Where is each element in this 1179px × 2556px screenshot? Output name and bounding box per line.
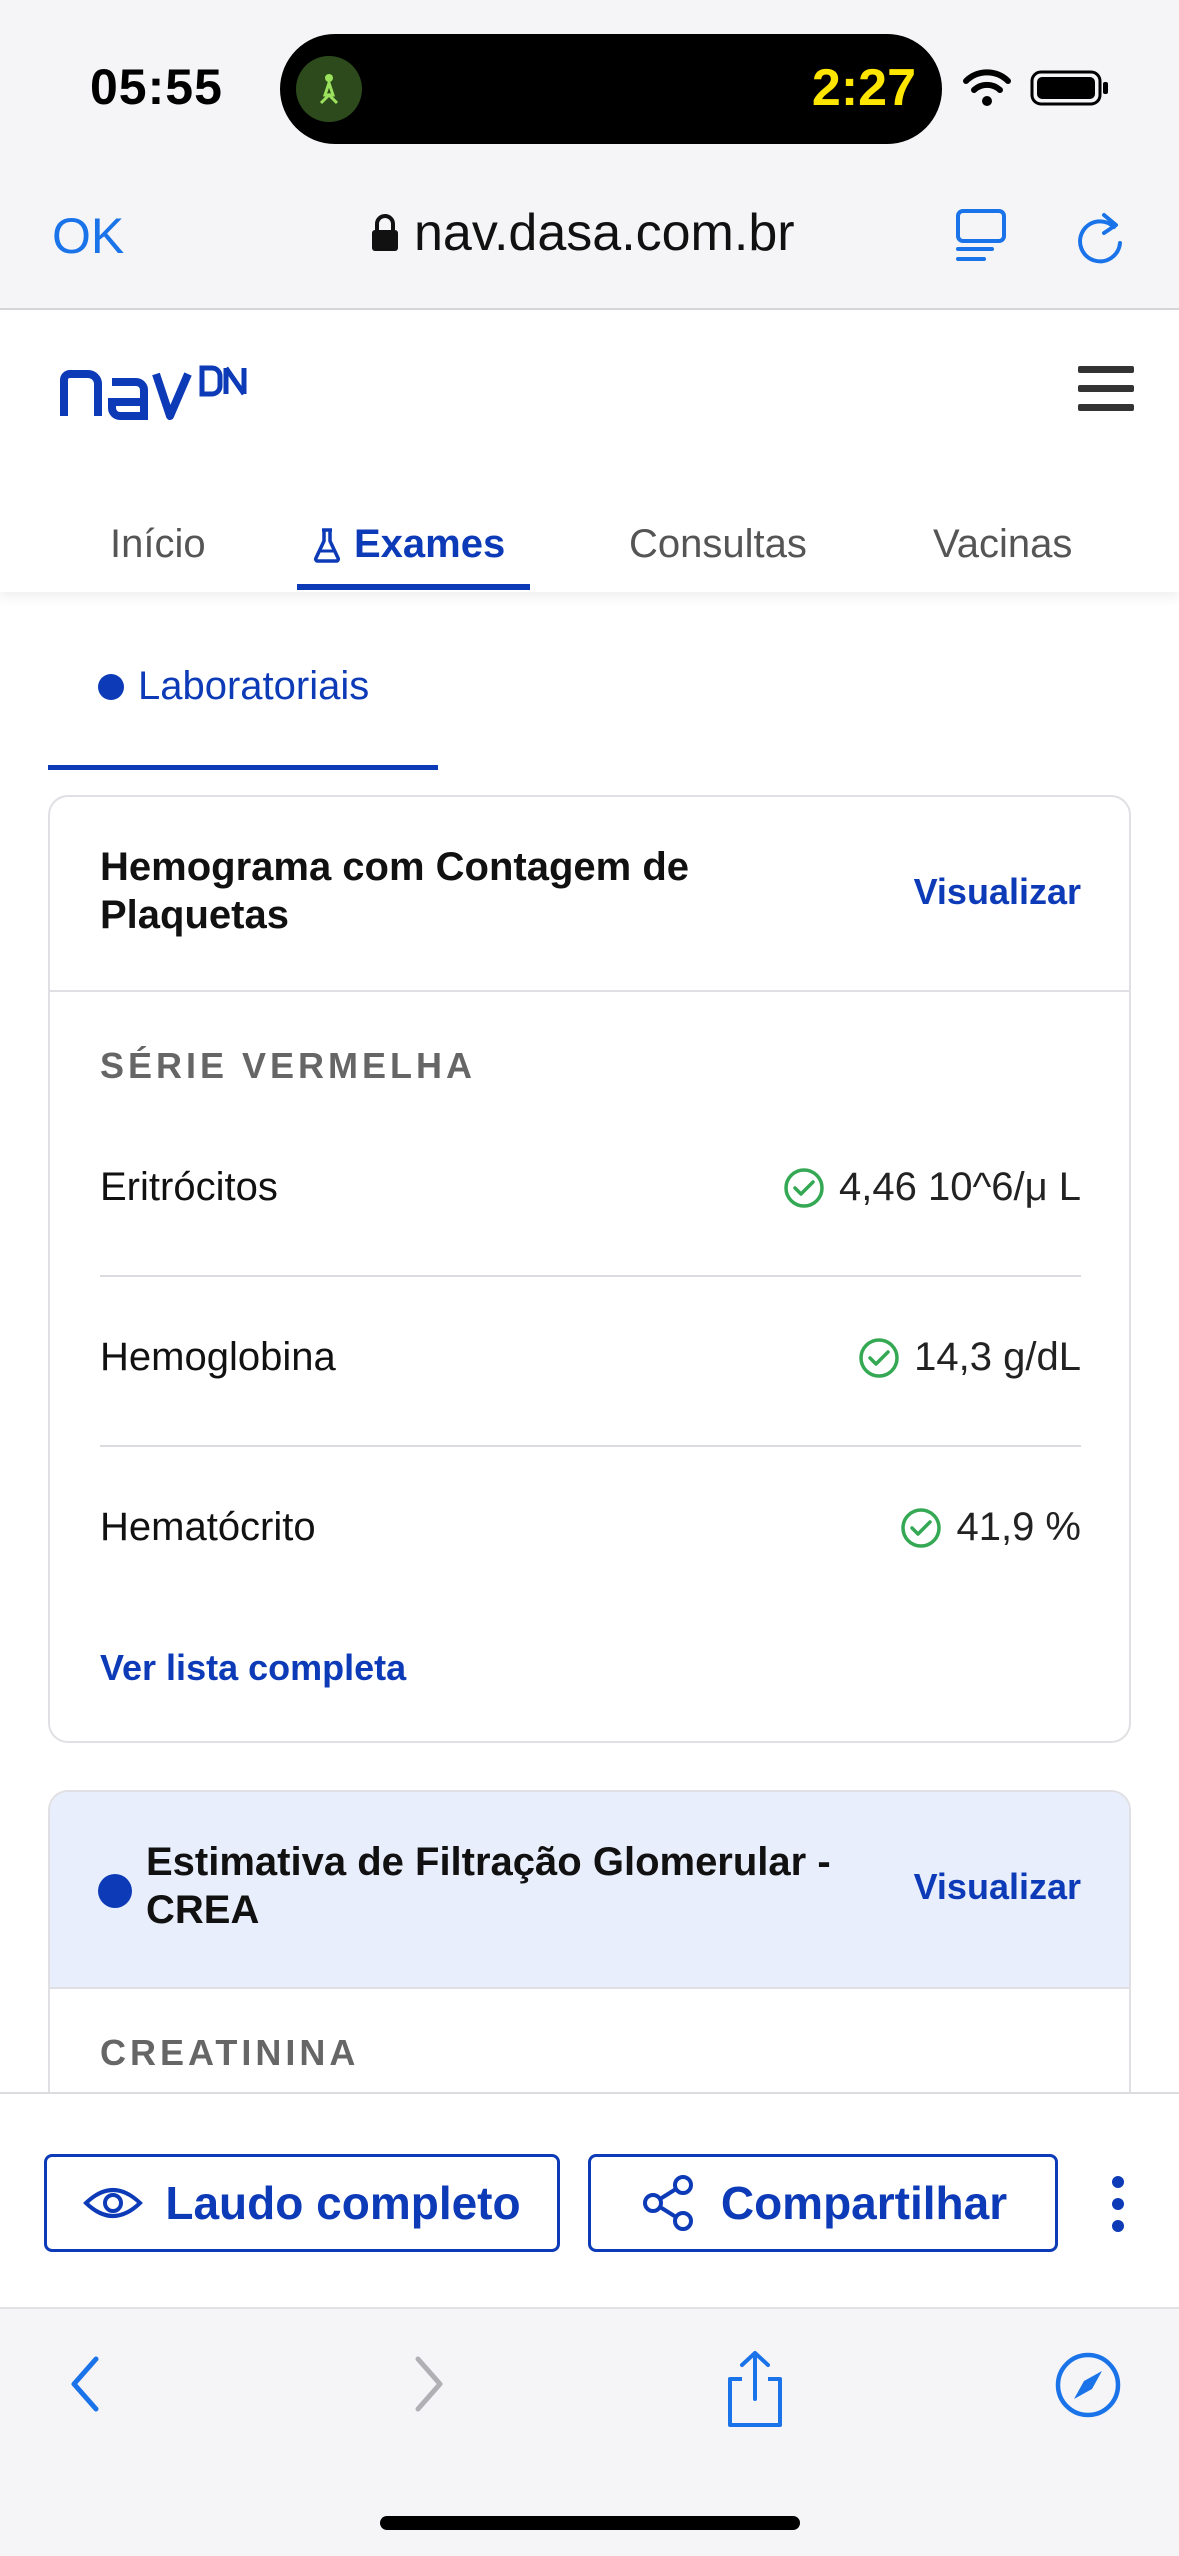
share-button[interactable]: Compartilhar	[588, 2154, 1058, 2252]
see-full-list-link[interactable]: Ver lista completa	[100, 1647, 406, 1689]
result-row: Eritrócitos 4,46 10^6/μ L	[100, 1107, 1081, 1277]
nav-dasa-logo[interactable]	[60, 362, 250, 422]
share-label: Compartilhar	[720, 2177, 1008, 2229]
site-header: Início Exames Consultas Vacinas	[0, 312, 1179, 592]
result-value-text: 4,46 10^6/μ L	[839, 1165, 1081, 1209]
tab-consultas[interactable]: Consultas	[629, 522, 807, 567]
flask-icon	[314, 527, 340, 563]
view-exam-link[interactable]: Visualizar	[914, 871, 1081, 913]
more-options-icon[interactable]	[1106, 2176, 1130, 2236]
status-bar: 05:55 2:27	[0, 0, 1179, 175]
result-name: Hematócrito	[100, 1505, 316, 1549]
dynamic-island[interactable]: 2:27	[280, 34, 942, 144]
reload-icon[interactable]	[1070, 205, 1130, 269]
subtab-dot	[98, 673, 124, 700]
report-action-bar: Laudo completo Compartilhar	[0, 2092, 1179, 2307]
browser-address-bar: OK nav.dasa.com.br	[0, 175, 1179, 310]
result-value-text: 14,3 g/dL	[914, 1335, 1081, 1379]
status-time: 05:55	[90, 59, 223, 115]
url-field[interactable]: nav.dasa.com.br	[370, 203, 795, 263]
result-row: Hemoglobina 14,3 g/dL	[100, 1277, 1081, 1447]
tab-exames-label: Exames	[354, 522, 506, 566]
tab-exames[interactable]: Exames	[312, 522, 505, 567]
result-name: Hemoglobina	[100, 1335, 336, 1379]
section-label: SÉRIE VERMELHA	[100, 1045, 477, 1086]
lock-icon	[372, 214, 398, 251]
battery-icon	[1030, 70, 1108, 106]
back-icon[interactable]	[62, 2349, 112, 2419]
result-value: 41,9 %	[900, 1505, 1081, 1550]
result-name: Eritrócitos	[100, 1165, 278, 1209]
exam-card-header: Estimativa de Filtração Glomerular - CRE…	[50, 1792, 1129, 1989]
result-row: Hematócrito 41,9 %	[100, 1447, 1081, 1617]
exam-card-header: Hemograma com Contagem de Plaquetas Visu…	[50, 797, 1129, 992]
active-tab-indicator	[297, 584, 530, 590]
highlight-dot	[98, 1874, 132, 1908]
exam-card-hemograma: Hemograma com Contagem de Plaquetas Visu…	[48, 795, 1131, 1743]
result-value: 14,3 g/dL	[858, 1335, 1081, 1380]
check-circle-icon	[859, 1337, 899, 1378]
url-text: nav.dasa.com.br	[414, 204, 795, 262]
exam-title: Hemograma com Contagem de Plaquetas	[100, 845, 690, 937]
tab-vacinas[interactable]: Vacinas	[933, 522, 1072, 567]
hamburger-menu-icon[interactable]	[1078, 364, 1134, 414]
full-report-button[interactable]: Laudo completo	[44, 2154, 560, 2252]
wifi-icon	[963, 69, 1011, 106]
subtab-laboratoriais[interactable]: Laboratoriais	[48, 640, 438, 770]
subtab-label: Laboratoriais	[138, 664, 370, 708]
compass-icon[interactable]	[1052, 2349, 1124, 2421]
result-value-text: 41,9 %	[956, 1505, 1081, 1549]
home-indicator	[380, 2516, 800, 2530]
eye-icon	[83, 2188, 144, 2218]
check-circle-icon	[784, 1167, 824, 1208]
result-value: 4,46 10^6/μ L	[783, 1165, 1081, 1210]
done-button[interactable]: OK	[52, 207, 124, 265]
activity-timer: 2:27	[811, 59, 916, 117]
tab-inicio[interactable]: Início	[110, 522, 206, 567]
main-tabs: Início Exames Consultas Vacinas	[0, 512, 1179, 592]
forward-icon[interactable]	[402, 2349, 452, 2419]
section-label: CREATININA	[100, 2032, 360, 2073]
view-exam-link[interactable]: Visualizar	[914, 1866, 1081, 1908]
share-nodes-icon	[642, 2175, 693, 2231]
check-circle-icon	[901, 1507, 942, 1548]
activity-icon	[296, 56, 362, 122]
reader-mode-icon[interactable]	[952, 205, 1012, 265]
exam-card-crea: Estimativa de Filtração Glomerular - CRE…	[48, 1790, 1131, 2100]
share-icon[interactable]	[720, 2349, 790, 2429]
exam-title: Estimativa de Filtração Glomerular - CRE…	[146, 1840, 831, 1932]
full-report-label: Laudo completo	[165, 2177, 521, 2229]
